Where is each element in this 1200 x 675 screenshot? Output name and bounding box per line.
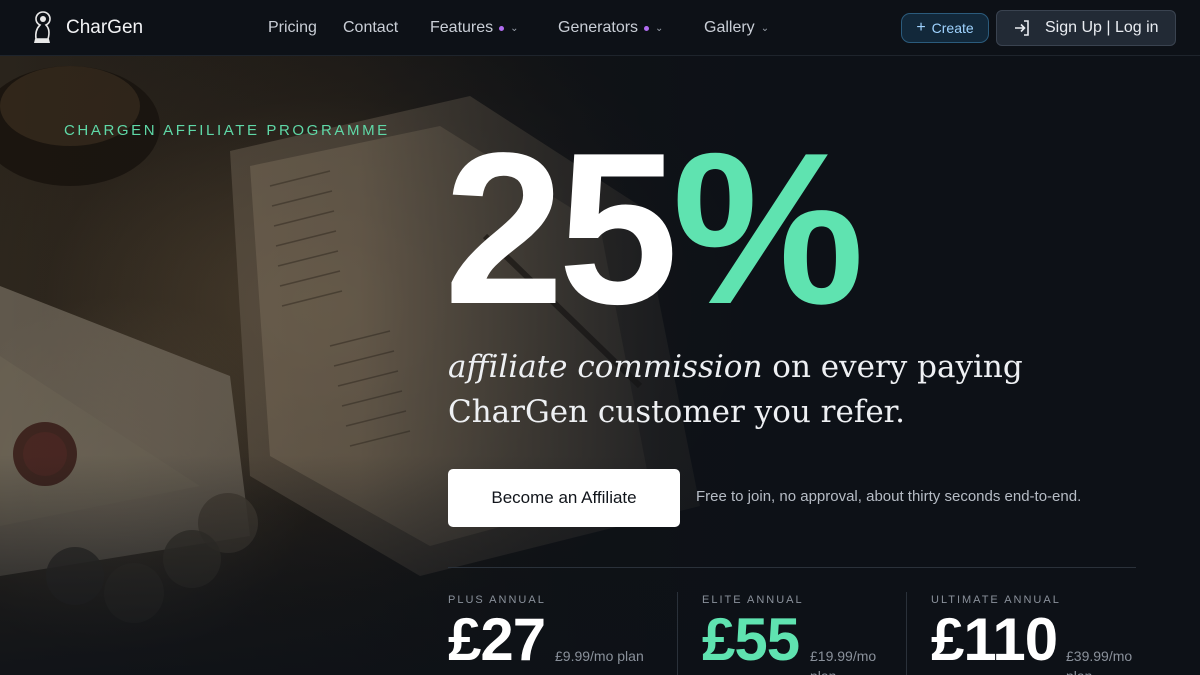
tier-label: ULTIMATE ANNUAL xyxy=(931,594,1061,606)
chevron-down-icon: ⌄ xyxy=(655,22,664,34)
knight-logo-icon xyxy=(34,11,51,43)
tier-plan: £19.99/mo plan xyxy=(810,648,877,675)
nav-link-label: Contact xyxy=(343,19,399,36)
percent-symbol: % xyxy=(672,107,864,349)
top-navbar: CharGen Pricing Contact Features ⌄ Gener… xyxy=(0,0,1200,56)
nav-link-label: Pricing xyxy=(268,19,317,36)
nav-link-contact[interactable]: Contact xyxy=(343,19,398,37)
tier-price: £27 xyxy=(448,606,546,673)
nav-link-gallery[interactable]: Gallery ⌄ xyxy=(704,19,769,37)
create-button[interactable]: + Create xyxy=(901,13,989,43)
commission-tiers: PLUS ANNUAL £27 £9.99/mo plan ELITE ANNU… xyxy=(448,592,1200,675)
tier-label: ELITE ANNUAL xyxy=(702,594,804,606)
chevron-down-icon: ⌄ xyxy=(760,22,770,34)
plus-icon: + xyxy=(916,19,926,36)
cta-note: Free to join, no approval, about thirty … xyxy=(696,488,1082,505)
new-indicator-dot xyxy=(499,25,505,31)
nav-link-label: Generators xyxy=(558,19,639,36)
create-button-label: Create xyxy=(931,20,974,36)
programme-eyebrow: CHARGEN AFFILIATE PROGRAMME xyxy=(64,122,390,139)
tier-separator xyxy=(677,592,678,675)
tier-separator xyxy=(906,592,907,675)
signup-login-label: Sign Up | Log in xyxy=(1045,19,1159,36)
tier-plan: £39.99/mo plan xyxy=(1066,648,1133,675)
commission-value: 25 xyxy=(444,107,678,349)
nav-link-generators[interactable]: Generators ⌄ xyxy=(558,19,663,37)
hero-tagline: affiliate commission on every paying Cha… xyxy=(448,345,1028,435)
nav-link-pricing[interactable]: Pricing xyxy=(268,19,317,37)
tagline-emphasis: affiliate commission xyxy=(448,349,763,385)
section-divider xyxy=(448,567,1136,568)
chevron-down-icon: ⌄ xyxy=(510,22,519,34)
tier-price: £110 xyxy=(931,606,1058,673)
tier-price: £55 xyxy=(702,606,800,673)
new-indicator-dot xyxy=(644,25,650,31)
nav-link-label: Gallery xyxy=(704,19,755,36)
tier-label: PLUS ANNUAL xyxy=(448,594,546,606)
brand-name: CharGen xyxy=(66,17,144,38)
become-affiliate-button[interactable]: Become an Affiliate xyxy=(448,469,680,527)
nav-link-label: Features xyxy=(430,19,494,36)
nav-link-features[interactable]: Features ⌄ xyxy=(430,19,519,37)
signup-login-button[interactable]: Sign Up | Log in xyxy=(996,10,1176,46)
commission-headline: 25% xyxy=(444,120,864,336)
brand[interactable]: CharGen xyxy=(28,10,143,46)
tier-ultimate-annual: ULTIMATE ANNUAL £110 £39.99/mo plan xyxy=(931,592,1151,675)
tier-plus-annual: PLUS ANNUAL £27 £9.99/mo plan xyxy=(448,592,678,675)
login-arrow-icon xyxy=(1015,20,1029,36)
tier-elite-annual: ELITE ANNUAL £55 £19.99/mo plan xyxy=(702,592,907,675)
tier-plan: £9.99/mo plan xyxy=(555,648,644,664)
